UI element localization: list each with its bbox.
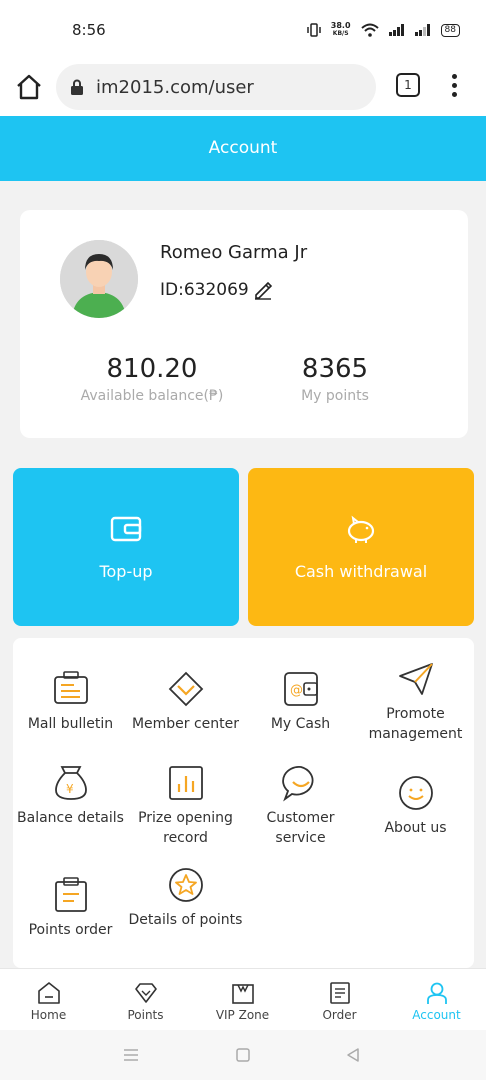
wifi-icon	[360, 23, 379, 37]
points-stat: 8365 My points	[260, 354, 410, 404]
menu-item-details-of-points[interactable]: Details of points	[128, 866, 243, 930]
home-icon[interactable]	[14, 72, 44, 102]
points-nav-icon	[134, 983, 157, 1003]
cash-withdrawal-button[interactable]: Cash withdrawal	[248, 468, 474, 626]
clipboard-icon	[54, 877, 87, 912]
signal-icon	[388, 24, 404, 36]
user-id-text: ID:632069	[160, 280, 249, 300]
menu-item-points-order[interactable]: Points order	[13, 876, 128, 940]
menu-item-customer-service[interactable]: Customer service	[243, 764, 358, 848]
topup-label: Top-up	[99, 562, 153, 581]
avatar[interactable]	[60, 240, 138, 318]
nav-vip-zone[interactable]: VIP Zone	[194, 981, 291, 1022]
address-bar[interactable]: im2015.com/user	[56, 64, 376, 110]
lock-icon	[71, 79, 83, 95]
menu-item-member-center[interactable]: Member center	[128, 670, 243, 734]
balance-stat: 810.20 Available balance(₱)	[72, 354, 232, 404]
browser-toolbar: im2015.com/user 1	[0, 60, 486, 116]
points-value: 8365	[301, 354, 369, 384]
user-id: ID:632069	[160, 280, 273, 300]
nav-account[interactable]: Account	[388, 981, 485, 1022]
money-bag-icon: ¥	[54, 766, 87, 800]
svg-text:¥: ¥	[66, 782, 74, 796]
menu-item-about-us[interactable]: About us	[358, 774, 473, 838]
chat-bubble-icon	[281, 766, 313, 802]
paper-plane-icon	[398, 663, 433, 695]
nav-order[interactable]: Order	[291, 981, 388, 1022]
menu-item-promote-management[interactable]: Promote management	[358, 660, 473, 744]
status-time: 8:56	[72, 21, 106, 39]
wallet-icon: @	[283, 672, 318, 706]
battery-indicator: 88	[440, 23, 460, 37]
menu-item-my-cash[interactable]: @ My Cash	[243, 670, 358, 734]
star-icon	[168, 868, 203, 902]
nav-points[interactable]: Points	[97, 981, 194, 1022]
url-text: im2015.com/user	[96, 76, 254, 98]
network-speed: 38.0 KB/S	[330, 21, 351, 38]
balance-value: 810.20	[106, 354, 198, 384]
topup-button[interactable]: Top-up	[13, 468, 239, 626]
avatar-image	[60, 240, 138, 318]
balance-label: Available balance(₱)	[80, 388, 224, 404]
piggy-bank-icon	[347, 515, 375, 543]
back-icon[interactable]	[344, 1046, 362, 1064]
home-nav-icon	[37, 982, 60, 1004]
menu-item-balance-details[interactable]: ¥ Balance details	[13, 764, 128, 828]
order-nav-icon	[329, 982, 350, 1004]
system-home-icon[interactable]	[234, 1046, 252, 1064]
user-name: Romeo Garma Jr	[160, 242, 308, 263]
nav-home[interactable]: Home	[0, 981, 97, 1022]
account-nav-icon	[426, 982, 447, 1004]
wallet-card-icon	[110, 516, 142, 542]
profile-card: Romeo Garma Jr ID:632069 810.20 Availabl…	[20, 210, 468, 438]
svg-text:@: @	[290, 683, 303, 698]
menu-grid: Mall bulletin Member center @ My Cash Pr…	[13, 638, 474, 968]
more-options-icon[interactable]	[448, 72, 460, 100]
tabs-button[interactable]: 1	[396, 73, 420, 97]
vibrate-icon	[307, 23, 321, 37]
cash-withdrawal-label: Cash withdrawal	[294, 562, 428, 581]
bar-chart-icon	[168, 766, 203, 800]
recents-icon[interactable]	[122, 1046, 140, 1064]
status-icons: 38.0 KB/S 88	[307, 22, 460, 38]
menu-item-prize-opening-record[interactable]: Prize opening record	[128, 764, 243, 848]
menu-item-mall-bulletin[interactable]: Mall bulletin	[13, 670, 128, 734]
diamond-icon	[168, 671, 203, 707]
edit-icon[interactable]	[253, 280, 273, 300]
bulletin-icon	[53, 671, 88, 704]
page-title: Account	[0, 116, 486, 181]
vip-zone-nav-icon	[231, 984, 254, 1004]
smile-icon	[398, 776, 433, 810]
points-label: My points	[301, 388, 369, 404]
bottom-navigation: Home Points VIP Zone Order Account	[0, 968, 486, 1030]
status-bar: 8:56 38.0 KB/S 88	[0, 0, 486, 60]
system-navigation-bar	[0, 1030, 486, 1080]
signal-icon-2	[414, 24, 430, 36]
